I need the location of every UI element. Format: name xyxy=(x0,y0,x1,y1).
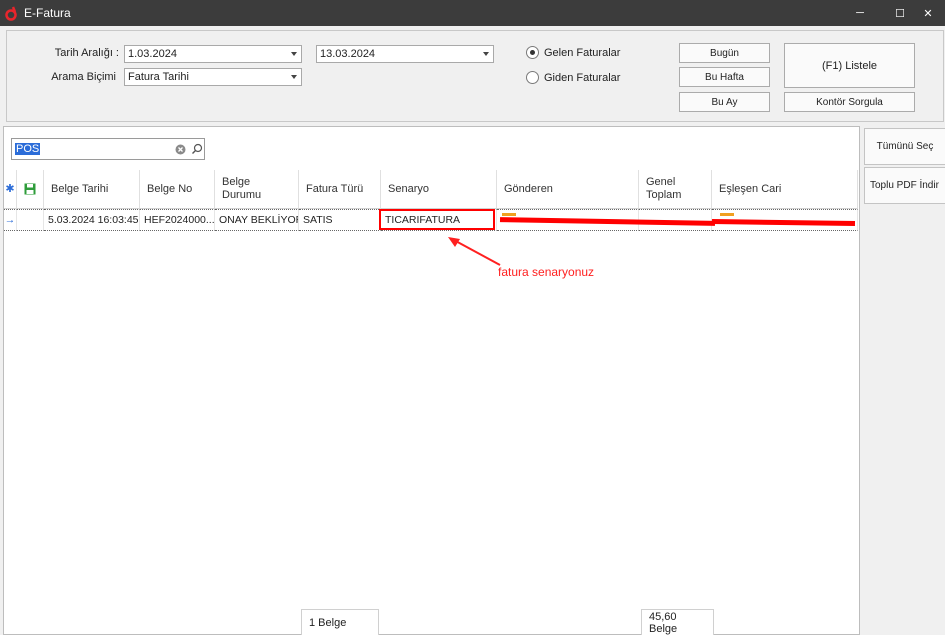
select-all-button[interactable]: Tümünü Seç xyxy=(864,128,945,165)
date-to-value: 13.03.2024 xyxy=(320,48,376,60)
dolphin-logo-icon xyxy=(5,6,17,21)
list-button[interactable]: (F1) Listele xyxy=(784,43,915,88)
column-header-label: Genel Toplam xyxy=(646,176,682,201)
date-range-label: Tarih Aralığı : xyxy=(54,47,119,59)
column-header-genel-toplam[interactable]: Genel Toplam xyxy=(639,170,712,209)
row-indicator-arrow-icon: → xyxy=(4,209,17,231)
annotation-arrow-icon xyxy=(448,237,501,266)
search-input[interactable]: POS xyxy=(11,138,205,160)
annotation-label: fatura senaryonuz xyxy=(498,265,595,279)
search-icon[interactable] xyxy=(191,143,203,155)
column-header-fatura-turu[interactable]: Fatura Türü xyxy=(299,170,381,209)
credit-query-button[interactable]: Kontör Sorgula xyxy=(784,92,915,112)
close-button[interactable]: ✕ xyxy=(911,0,945,26)
bulk-pdf-download-button[interactable]: Toplu PDF İndir xyxy=(864,167,945,204)
search-mode-combo[interactable]: Fatura Tarihi xyxy=(124,68,302,86)
cell-belge-tarihi[interactable]: 5.03.2024 16:03:45 xyxy=(44,209,140,231)
today-button[interactable]: Bugün xyxy=(679,43,770,63)
window-title: E-Fatura xyxy=(24,6,71,20)
radio-outgoing[interactable]: Giden Faturalar xyxy=(526,71,620,84)
search-mode-value: Fatura Tarihi xyxy=(128,71,189,83)
search-mode-label: Arama Biçimi xyxy=(51,71,116,83)
date-from-combo[interactable]: 1.03.2024 xyxy=(124,45,302,63)
footer-total: 45,60 Belge xyxy=(641,609,714,635)
column-header-senaryo[interactable]: Senaryo xyxy=(381,170,497,209)
radio-circle-icon xyxy=(526,46,539,59)
chevron-down-icon xyxy=(291,52,297,56)
column-header-belge-durumu[interactable]: Belge Durumu xyxy=(215,170,299,209)
footer-count: 1 Belge xyxy=(301,609,379,635)
column-header-label: Belge Durumu xyxy=(222,176,262,201)
minimize-button[interactable]: ─ xyxy=(843,0,877,26)
radio-incoming-label: Gelen Faturalar xyxy=(544,46,621,59)
save-layout-icon[interactable] xyxy=(17,170,44,209)
column-header-eslesen-cari[interactable]: Eşleşen Cari xyxy=(712,170,858,209)
column-header-belge-no[interactable]: Belge No xyxy=(140,170,215,209)
senaryo-highlight-box xyxy=(379,209,495,230)
cell-belge-no[interactable]: HEF2024000... xyxy=(140,209,215,231)
redaction-mark xyxy=(720,213,734,216)
this-week-button[interactable]: Bu Hafta xyxy=(679,67,770,87)
filter-panel: Tarih Aralığı : 1.03.2024 13.03.2024 Ara… xyxy=(6,30,944,122)
chevron-down-icon xyxy=(291,75,297,79)
radio-incoming[interactable]: Gelen Faturalar xyxy=(526,46,620,59)
title-bar: E-Fatura ─ ☐ ✕ xyxy=(0,0,945,26)
this-month-button[interactable]: Bu Ay xyxy=(679,92,770,112)
column-header-gonderen[interactable]: Gönderen xyxy=(497,170,639,209)
cell-belge-durumu[interactable]: ONAY BEKLİYOR xyxy=(215,209,299,231)
radio-outgoing-label: Giden Faturalar xyxy=(544,71,621,84)
redaction-mark xyxy=(502,213,516,216)
side-panel: Tümünü Seç Toplu PDF İndir xyxy=(863,126,945,635)
new-row-indicator-icon: ✱ xyxy=(4,170,17,209)
column-header-belge-tarihi[interactable]: Belge Tarihi xyxy=(44,170,140,209)
invoice-grid: POS ✱ Belge Tarihi Belge No Belge Durumu… xyxy=(3,126,860,635)
radio-circle-icon xyxy=(526,71,539,84)
table-row-save-cell[interactable] xyxy=(17,209,44,231)
date-to-combo[interactable]: 13.03.2024 xyxy=(316,45,494,63)
chevron-down-icon xyxy=(483,52,489,56)
cell-fatura-turu[interactable]: SATIS xyxy=(299,209,381,231)
date-from-value: 1.03.2024 xyxy=(128,48,177,60)
clear-icon[interactable] xyxy=(175,144,186,155)
search-value: POS xyxy=(15,143,41,155)
